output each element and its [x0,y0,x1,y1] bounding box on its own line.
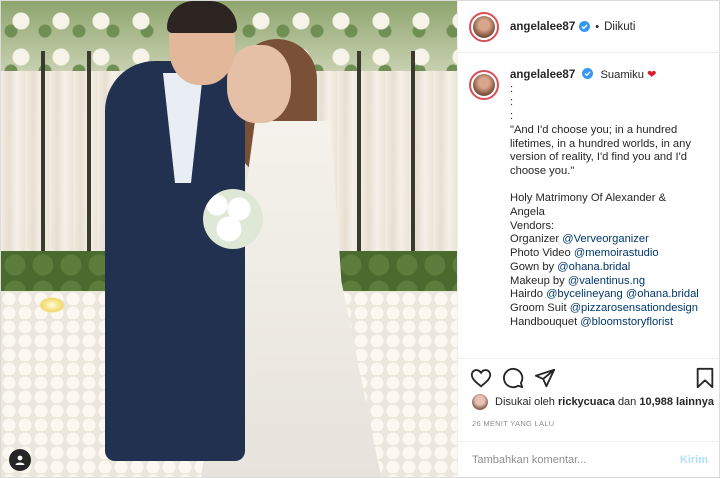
caption-line: : [510,110,514,123]
likes-summary: Disukai oleh rickycuaca dan 10,988 lainn… [472,393,714,411]
caption-username[interactable]: angelalee87 [510,69,575,81]
save-button[interactable] [694,367,716,389]
caption-line: Angela [510,206,545,219]
vendor-mention-link[interactable]: @ohana.bridal [557,261,630,273]
caption-greeting: Suamiku [600,69,644,81]
post-sidebar: angelalee87 • Diikuti angelalee87 Suamik… [457,1,720,477]
vendor-line: Makeup by @valentinus.ng [510,275,699,289]
speech-bubble-icon [503,367,524,389]
vendor-label: Makeup by [510,274,565,287]
liker-avatar[interactable] [472,394,488,410]
verified-badge-icon [582,68,594,79]
caption-first-line: angelalee87 Suamiku ❤ [510,68,699,83]
vendor-line: Handbouquet @bloomstoryflorist [510,316,699,330]
separator-dot: • [595,20,600,33]
vendor-mention-link[interactable]: @ohana.bridal [626,288,699,300]
comment-form: Kirim [458,441,720,477]
caption-line [510,179,699,193]
vendor-line: Gown by @ohana.bridal [510,261,699,275]
bride-head [227,45,291,123]
heart-outline-icon [470,369,492,388]
groom-hair [167,1,237,33]
caption-area: angelalee87 Suamiku ❤ : : : "And I'd cho… [458,53,720,358]
vendor-label: Hairdo [510,288,543,301]
caption-line: : [510,96,514,109]
vendor-line: Photo Video @memoirastudio [510,247,699,261]
bridal-bouquet [203,189,263,249]
vendor-mention-link[interactable]: @bycelineyang [546,288,623,300]
follow-status-button[interactable]: Diikuti [604,21,635,33]
decor-pole [411,51,415,281]
caption-line: Vendors: [510,219,555,232]
caption-line: "And I'd choose you; in a hundred [510,123,678,136]
caption-text: angelalee87 Suamiku ❤ : : : "And I'd cho… [510,68,699,358]
decor-pole [357,51,361,281]
likes-count[interactable]: 10,988 lainnya [639,396,714,408]
likes-prefix: Disukai oleh [495,396,555,408]
caption-line: version of reality, I'd find you and I'd [510,151,687,164]
caption-line: choose you." [510,164,575,177]
vendor-label: Handbouquet [510,315,578,328]
caption-line: lifetimes, in a hundred worlds, in any [510,137,691,150]
caption-line: : [510,82,514,95]
vendor-mention-link[interactable]: @pizzarosensationdesign [570,302,698,314]
author-avatar[interactable] [469,11,499,42]
vendor-mention-link[interactable]: @memoirastudio [574,247,659,259]
vendor-label: Groom Suit [510,301,567,314]
vendor-mention-link[interactable]: @bloomstoryflorist [580,316,673,328]
action-bar [458,358,720,398]
author-username[interactable]: angelalee87 [510,21,575,33]
user-tag-icon [15,455,25,465]
user-tag-button[interactable] [9,449,31,471]
vendor-label: Organizer [510,233,560,246]
post-comment-button[interactable]: Kirim [680,454,708,466]
floor-light [39,297,65,313]
decor-pole [87,51,91,281]
caption-author-avatar[interactable] [469,70,499,100]
vendor-mention-link[interactable]: @Verveorganizer [562,233,649,245]
vendor-line: Organizer @Verveorganizer [510,233,699,247]
post-header: angelalee87 • Diikuti [458,1,720,53]
instagram-post: angelalee87 • Diikuti angelalee87 Suamik… [0,0,720,478]
vendor-line: Hairdo @bycelineyang @ohana.bridal [510,288,699,302]
post-timestamp[interactable]: 26 MENIT YANG LALU [472,419,555,428]
paper-plane-icon [534,368,556,388]
share-button[interactable] [534,367,556,389]
vendor-line: Groom Suit @pizzarosensationdesign [510,302,699,316]
comment-input[interactable] [472,453,680,466]
vendor-label: Photo Video [510,247,571,260]
post-photo[interactable] [1,1,457,477]
comment-button[interactable] [502,367,524,389]
like-button[interactable] [470,367,492,389]
liker-username[interactable]: rickycuaca [558,396,615,408]
likes-joiner: dan [617,396,637,408]
vendor-label: Gown by [510,260,555,273]
vendor-mention-link[interactable]: @valentinus.ng [568,275,645,287]
decor-pole [41,51,45,281]
verified-badge-icon [579,21,591,32]
bookmark-icon [696,367,714,389]
heart-emoji: ❤ [647,69,657,81]
caption-line: Holy Matrimony Of Alexander & [510,192,667,205]
